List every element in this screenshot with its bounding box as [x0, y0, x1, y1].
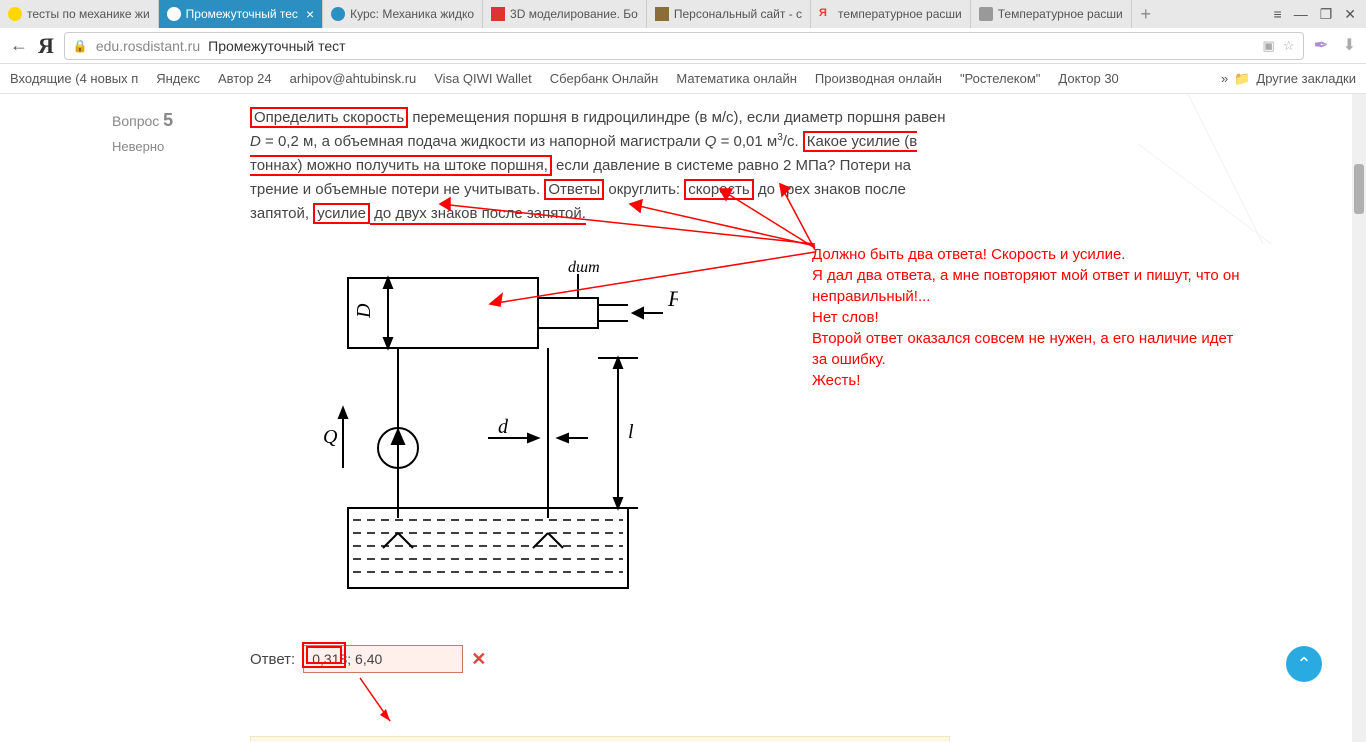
correct-answer-box: Правильный ответ: 0,318	[250, 736, 950, 742]
favicon	[8, 7, 22, 21]
bookmarks-overflow-icon[interactable]: »	[1221, 71, 1228, 86]
bookmark-item[interactable]: Visa QIWI Wallet	[434, 71, 532, 86]
svg-text:l: l	[628, 421, 634, 443]
tab-3[interactable]: Курс: Механика жидко	[323, 0, 483, 28]
tab-label: Курс: Механика жидко	[350, 7, 474, 21]
svg-text:Q: Q	[323, 426, 338, 448]
bookmark-star-icon[interactable]: ☆	[1283, 38, 1295, 54]
scroll-to-top-button[interactable]: ⌃	[1286, 646, 1322, 682]
minimize-icon[interactable]: —	[1294, 6, 1308, 23]
bookmark-item[interactable]: Производная онлайн	[815, 71, 942, 86]
answer-row: Ответ: ✕	[250, 645, 950, 673]
favicon	[167, 7, 181, 21]
favicon	[979, 7, 993, 21]
highlight-answers: Ответы	[544, 179, 604, 200]
tab-5[interactable]: Персональный сайт - с	[647, 0, 811, 28]
wrong-icon: ✕	[471, 649, 486, 670]
question-number: Вопрос 5	[112, 110, 238, 131]
arrow-down-icon	[330, 673, 530, 733]
new-tab-button[interactable]: +	[1132, 4, 1160, 25]
bookmark-item[interactable]: Математика онлайн	[676, 71, 797, 86]
other-bookmarks[interactable]: Другие закладки	[1256, 71, 1356, 86]
bookmark-item[interactable]: Входящие (4 новых п	[10, 71, 138, 86]
tab-label: Температурное расши	[998, 7, 1123, 21]
svg-text:dшт: dшт	[568, 259, 600, 276]
tab-label: тесты по механике жи	[27, 7, 150, 21]
favicon: Я	[819, 7, 833, 21]
vertical-scrollbar[interactable]	[1352, 94, 1366, 742]
tab-1[interactable]: тесты по механике жи	[0, 0, 159, 28]
question-sidebar: Вопрос 5 Неверно	[100, 102, 250, 742]
highlight-speed: Определить скорость	[250, 107, 408, 128]
hydraulic-diagram: D dшт F	[298, 258, 678, 618]
chevron-up-icon: ⌃	[1296, 654, 1311, 675]
address-bar[interactable]: 🔒 edu.rosdistant.ru Промежуточный тест ▣…	[64, 32, 1304, 60]
answer-label: Ответ:	[250, 651, 295, 668]
tab-6[interactable]: Я температурное расши	[811, 0, 971, 28]
browser-tabbar: тесты по механике жи Промежуточный тес ×…	[0, 0, 1366, 28]
protect-icon[interactable]: ▣	[1263, 38, 1275, 54]
tab-2-active[interactable]: Промежуточный тес ×	[159, 0, 323, 28]
user-annotation: Должно быть два ответа! Скорость и усили…	[812, 244, 1242, 391]
navbar: ← Я 🔒 edu.rosdistant.ru Промежуточный те…	[0, 28, 1366, 64]
bookmark-item[interactable]: Автор 24	[218, 71, 272, 86]
tab-label: 3D моделирование. Бо	[510, 7, 638, 21]
download-icon[interactable]: ⬇	[1343, 35, 1356, 56]
scrollbar-thumb[interactable]	[1354, 164, 1364, 214]
close-window-icon[interactable]: ✕	[1344, 6, 1356, 23]
highlight-speed2: скорость	[684, 179, 753, 200]
svg-text:d: d	[498, 416, 509, 438]
page-content: Вопрос 5 Неверно Определить скорость пер…	[0, 94, 1352, 742]
question-text: Определить скорость перемещения поршня в…	[250, 102, 950, 226]
tab-label: температурное расши	[838, 7, 962, 21]
bookmark-item[interactable]: Яндекс	[156, 71, 200, 86]
lock-icon: 🔒	[73, 39, 88, 53]
bookmark-item[interactable]: Сбербанк Онлайн	[550, 71, 659, 86]
highlight-answer-val	[306, 646, 342, 664]
favicon	[331, 7, 345, 21]
tab-label: Персональный сайт - с	[674, 7, 802, 21]
feather-icon[interactable]: ✒	[1314, 35, 1329, 56]
bookmarks-bar: Входящие (4 новых п Яндекс Автор 24 arhi…	[0, 64, 1366, 94]
question-status: Неверно	[112, 139, 238, 154]
tab-close-icon[interactable]: ×	[306, 6, 314, 22]
menu-icon[interactable]: ≡	[1274, 6, 1282, 23]
tab-7[interactable]: Температурное расши	[971, 0, 1132, 28]
maximize-icon[interactable]: ❐	[1320, 6, 1333, 23]
svg-text:F: F	[667, 286, 678, 311]
back-button[interactable]: ←	[10, 35, 28, 56]
highlight-force2: усилие	[313, 203, 370, 224]
bookmark-item[interactable]: "Ростелеком"	[960, 71, 1040, 86]
tab-label: Промежуточный тес	[186, 7, 298, 21]
url-title: Промежуточный тест	[208, 38, 345, 54]
url-host: edu.rosdistant.ru	[96, 38, 200, 54]
favicon	[655, 7, 669, 21]
bookmark-item[interactable]: Доктор 30	[1058, 71, 1118, 86]
svg-text:D: D	[353, 303, 375, 319]
folder-icon: 📁	[1234, 71, 1250, 87]
yandex-logo[interactable]: Я	[38, 33, 54, 59]
bookmark-item[interactable]: arhipov@ahtubinsk.ru	[290, 71, 417, 86]
favicon	[491, 7, 505, 21]
tab-4[interactable]: 3D моделирование. Бо	[483, 0, 647, 28]
